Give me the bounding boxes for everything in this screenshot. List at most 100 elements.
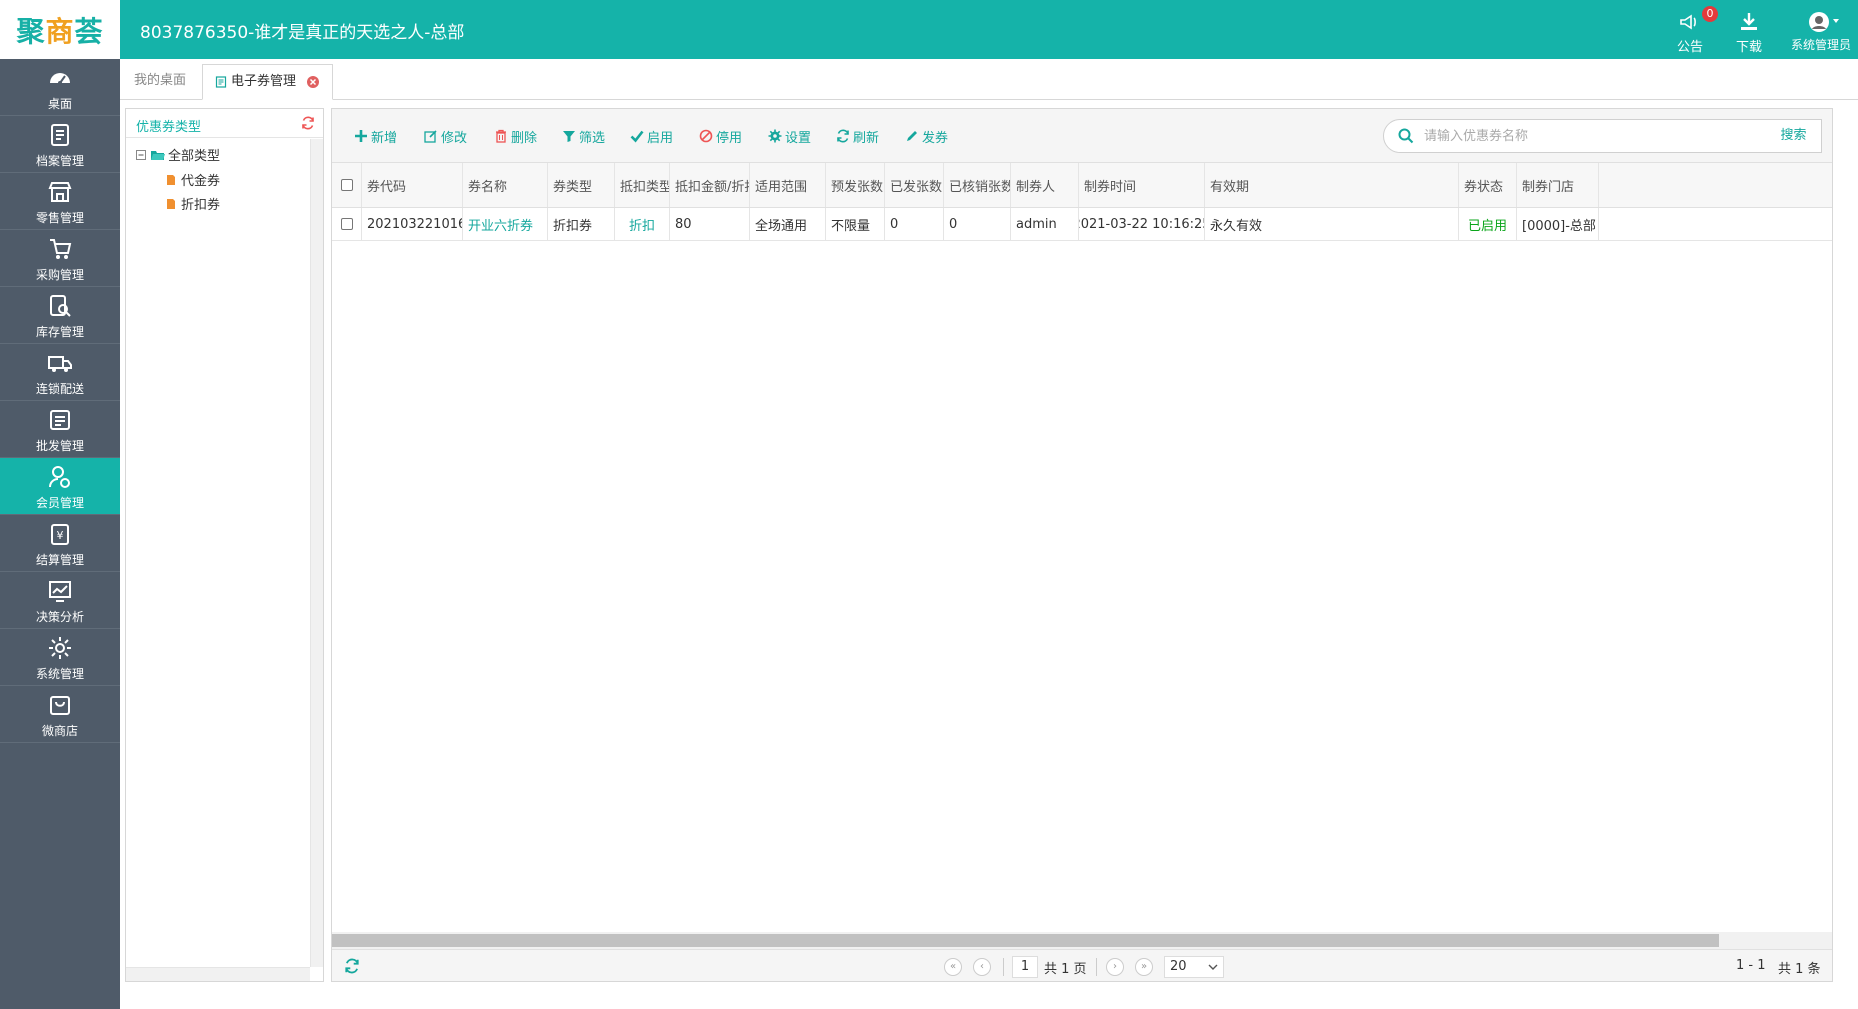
select-all-checkbox[interactable] (341, 179, 353, 191)
download-button[interactable]: 下载 (1719, 10, 1779, 55)
table-cell: 开业六折券 (463, 208, 548, 240)
notice-button[interactable]: 0 公告 (1660, 6, 1720, 55)
cell-text: 折扣券 (553, 218, 593, 234)
column-header[interactable]: 制券时间 (1079, 163, 1205, 207)
sidebar-item-label: 档案管理 (35, 154, 84, 168)
disable-label: 停用 (716, 130, 743, 146)
refresh-icon[interactable] (344, 958, 360, 974)
issue-coupon-button[interactable]: 发券 (905, 126, 948, 146)
refresh-icon[interactable] (301, 116, 315, 130)
column-header[interactable]: 已发张数 (885, 163, 944, 207)
column-header[interactable]: 已核销张数 (944, 163, 1011, 207)
search-button[interactable]: 搜索 (1766, 119, 1822, 153)
table-row[interactable]: 20210322101625 开业六折券 折扣券 折扣 80 全场通用 不限量 … (332, 208, 1832, 241)
column-header[interactable]: 有效期 (1205, 163, 1459, 207)
sidebar-item-label: 零售管理 (35, 211, 84, 225)
close-icon[interactable] (306, 75, 320, 89)
tree-node-cash-coupon[interactable]: 代金券 (166, 170, 220, 189)
sidebar-item-settlement[interactable]: ¥ 结算管理 (0, 515, 120, 572)
table-cell: 20210322101625 (362, 208, 463, 240)
filter-button[interactable]: 筛选 (562, 126, 605, 146)
plus-icon (355, 130, 367, 142)
grid-horizontal-scrollbar[interactable] (332, 932, 1832, 949)
column-header[interactable]: 券代码 (362, 163, 463, 207)
logo-text-2: 商 (45, 14, 75, 48)
column-header[interactable]: 抵扣类型 (615, 163, 670, 207)
sidebar-item-desktop[interactable]: 桌面 (0, 59, 120, 116)
tab-ecoupon-management[interactable]: 电子券管理 (202, 64, 334, 100)
sidebar-item-distribution[interactable]: 连锁配送 (0, 344, 120, 401)
tree-horizontal-scrollbar[interactable] (126, 967, 310, 981)
sidebar-item-purchase[interactable]: 采购管理 (0, 230, 120, 287)
column-header[interactable]: 抵扣金额/折扣 (670, 163, 750, 207)
column-header-label: 制券门店 (1522, 179, 1575, 195)
dashboard-icon (50, 73, 70, 85)
tree-vertical-scrollbar[interactable] (310, 139, 323, 967)
sidebar-item-member[interactable]: 会员管理 (0, 458, 120, 515)
sidebar-item-archive[interactable]: 档案管理 (0, 116, 120, 173)
column-header[interactable]: 券名称 (463, 163, 548, 207)
table-cell: 0 (885, 208, 944, 240)
user-menu[interactable]: 系统管理员 (1784, 10, 1858, 54)
search-input[interactable] (1424, 126, 1754, 146)
panel-title: 优惠券类型 (136, 120, 202, 135)
column-header-label: 券类型 (553, 179, 593, 195)
last-page-button[interactable]: » (1135, 958, 1153, 976)
scrollbar-thumb[interactable] (332, 934, 1719, 947)
page-number-input[interactable]: 1 (1012, 956, 1038, 978)
sidebar-item-analysis[interactable]: 决策分析 (0, 572, 120, 629)
sidebar-item-label: 系统管理 (35, 667, 84, 681)
table-cell: 80 (670, 208, 750, 240)
search-box (1383, 119, 1767, 153)
row-checkbox[interactable] (341, 218, 353, 230)
tree-node-discount-coupon[interactable]: 折扣券 (166, 194, 220, 213)
column-header[interactable]: 适用范围 (750, 163, 826, 207)
column-header-label: 抵扣类型 (620, 179, 670, 195)
collapse-icon[interactable] (136, 149, 146, 160)
svg-text:¥: ¥ (57, 529, 64, 542)
sidebar-item-system[interactable]: 系统管理 (0, 629, 120, 686)
column-header[interactable]: 券状态 (1459, 163, 1517, 207)
first-page-button[interactable]: « (944, 958, 962, 976)
refresh-button[interactable]: 刷新 (836, 126, 879, 146)
tab-bar: 我的桌面 电子券管理 (120, 59, 1858, 100)
tab-label: 我的桌面 (134, 73, 187, 88)
chevron-left-icon: ‹ (980, 961, 984, 972)
prev-page-button[interactable]: ‹ (973, 958, 991, 976)
add-button[interactable]: 新增 (354, 126, 397, 146)
column-header-label: 抵扣金额/折扣 (675, 179, 750, 195)
sidebar-item-retail[interactable]: 零售管理 (0, 173, 120, 230)
delete-button[interactable]: 删除 (494, 126, 537, 146)
column-header[interactable]: 券类型 (548, 163, 615, 207)
column-header[interactable]: 制券人 (1011, 163, 1079, 207)
filter-icon (563, 131, 575, 142)
tab-my-desktop[interactable]: 我的桌面 (122, 64, 198, 100)
add-label: 新增 (371, 130, 398, 146)
next-page-button[interactable]: › (1106, 958, 1124, 976)
coupon-name-link[interactable]: 开业六折券 (468, 215, 533, 234)
sidebar-item-label: 批发管理 (35, 439, 84, 453)
column-header-label: 适用范围 (755, 179, 808, 195)
sidebar-item-inventory[interactable]: 库存管理 (0, 287, 120, 344)
page-size-select[interactable]: 20 (1164, 956, 1224, 978)
table-cell: 折扣 (615, 208, 670, 240)
app-logo[interactable]: 聚商荟 (0, 0, 120, 59)
settings-button[interactable]: 设置 (768, 126, 811, 146)
sidebar-item-wechat-shop[interactable]: 微商店 (0, 686, 120, 743)
column-header[interactable]: 制券门店 (1517, 163, 1599, 207)
disable-button[interactable]: 停用 (699, 126, 742, 146)
table-cell: 不限量 (826, 208, 885, 240)
tree-node-label: 折扣券 (181, 198, 221, 213)
avatar-icon (1809, 12, 1839, 32)
enable-button[interactable]: 启用 (630, 126, 673, 146)
sidebar-item-wholesale[interactable]: 批发管理 (0, 401, 120, 458)
column-header-label: 券状态 (1464, 179, 1504, 195)
check-icon (630, 130, 644, 143)
select-all-cell (332, 163, 362, 207)
cell-text: 20210322101625 (367, 216, 462, 232)
tree-node-all[interactable]: 全部类型 (136, 145, 220, 164)
cell-text: 2021-03-22 10:16:25 (1079, 216, 1205, 232)
edit-button[interactable]: 修改 (424, 126, 467, 146)
column-header-label: 券代码 (367, 179, 407, 195)
column-header[interactable]: 预发张数 (826, 163, 885, 207)
